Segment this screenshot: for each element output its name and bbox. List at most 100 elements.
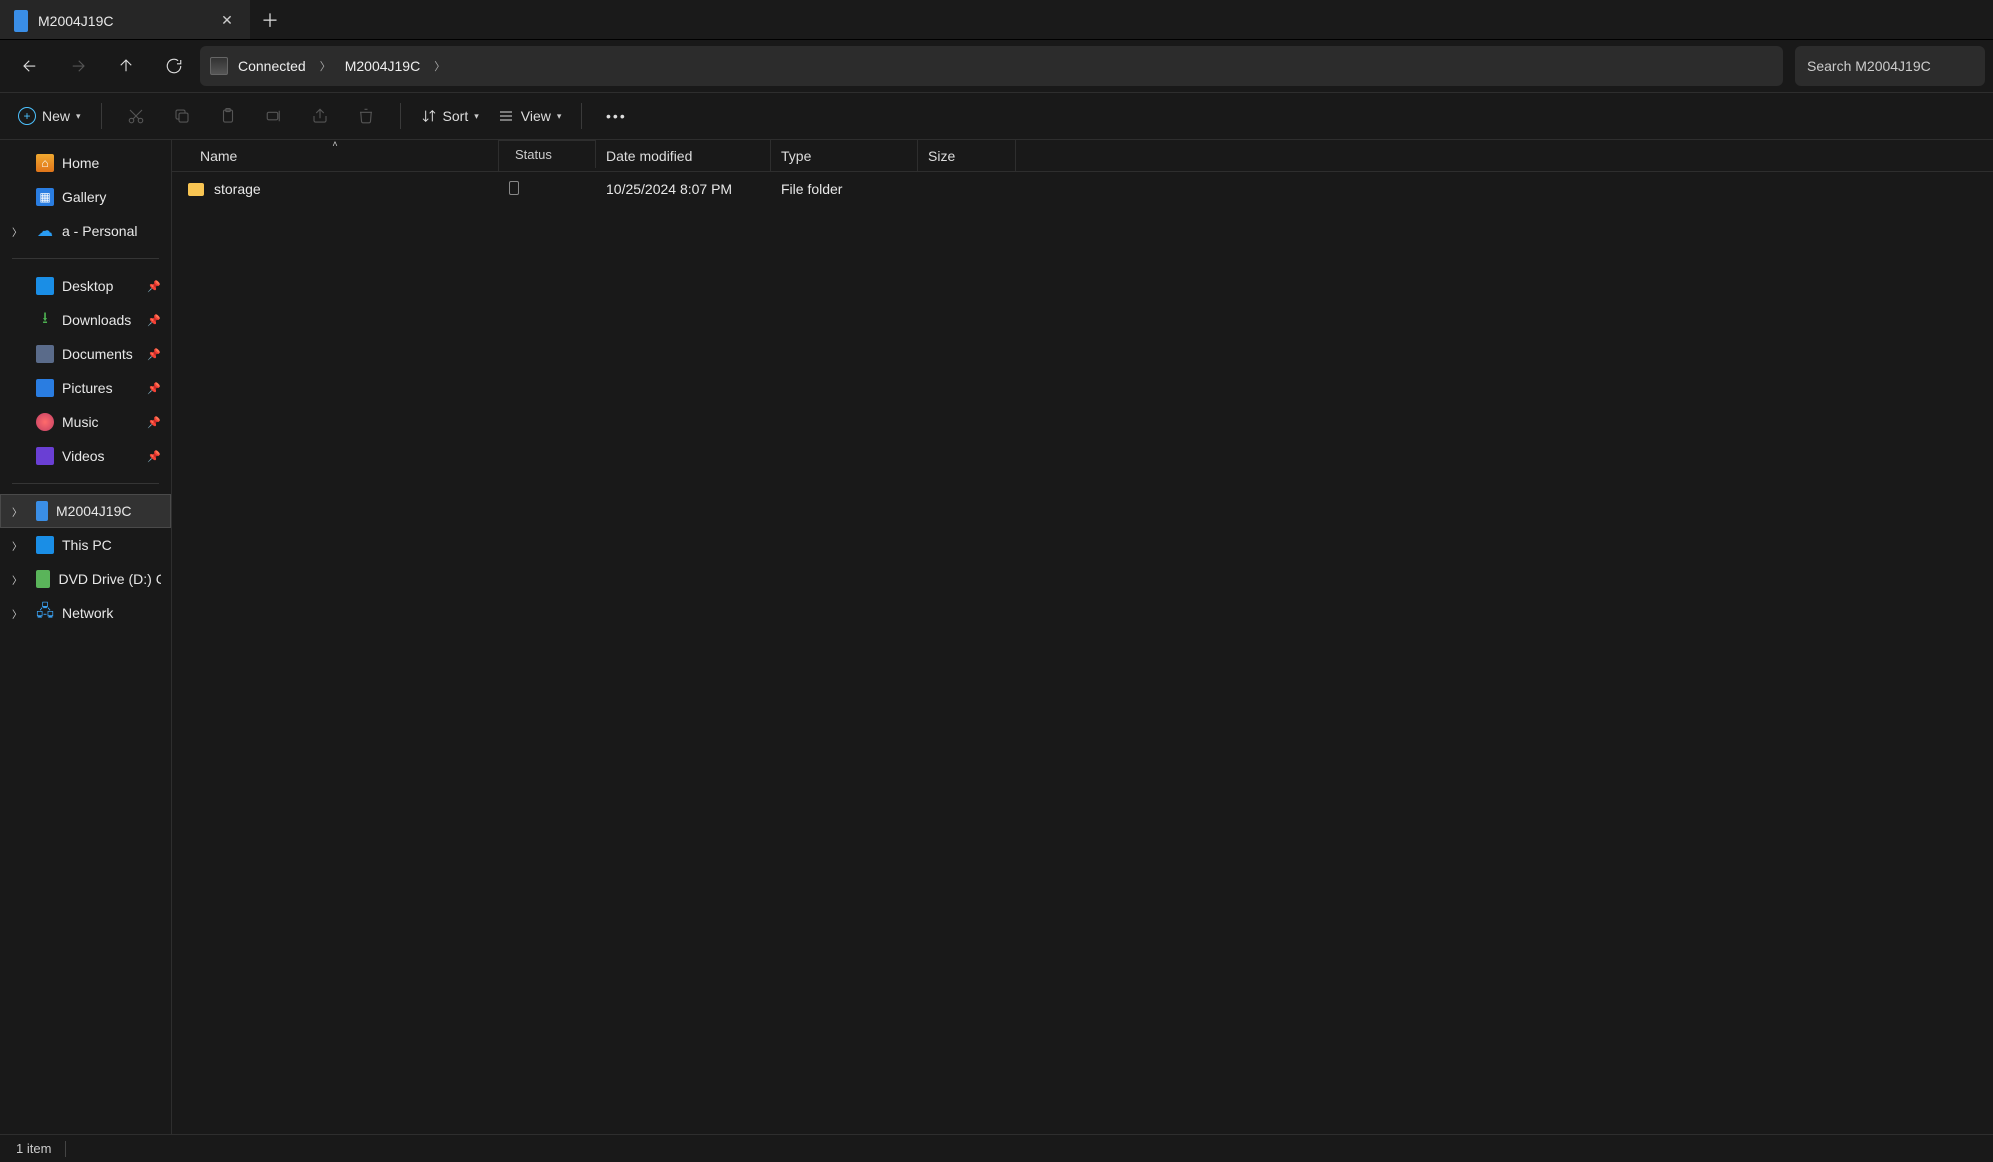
cloud-icon: ☁ [36,222,54,240]
phone-icon [14,10,28,32]
up-button[interactable] [104,46,148,86]
column-header-date[interactable]: Date modified [596,140,771,171]
chevron-right-icon[interactable]: 〉 [12,538,22,553]
download-icon: ⭳ [36,311,54,329]
address-bar[interactable]: Connected 〉 M2004J19C 〉 [200,46,1783,86]
sidebar-item-desktop[interactable]: Desktop 📌 [0,269,171,303]
nav-row: Connected 〉 M2004J19C 〉 Search M2004J19C [0,40,1993,92]
chevron-right-icon[interactable]: 〉 [430,58,449,74]
new-tab-button[interactable]: ＋ [250,0,290,39]
sidebar-item-pictures[interactable]: Pictures 📌 [0,371,171,405]
sidebar-item-label: Documents [62,346,133,362]
sidebar-item-network[interactable]: 〉 🖧 Network [0,596,171,630]
copy-button[interactable] [162,98,202,134]
cut-button[interactable] [116,98,156,134]
status-item-count: 1 item [16,1141,51,1156]
sidebar-item-label: This PC [62,537,112,553]
content-area: ˄ Name Status Date modified Type Size st… [172,140,1993,1134]
chevron-right-icon[interactable]: 〉 [12,572,22,587]
sidebar-item-music[interactable]: Music 📌 [0,405,171,439]
chevron-down-icon: ▾ [474,111,479,122]
back-button[interactable] [8,46,52,86]
search-input[interactable]: Search M2004J19C [1795,46,1985,86]
gallery-icon: ▦ [36,188,54,206]
new-button[interactable]: + New ▾ [12,98,87,134]
view-label: View [521,108,551,124]
sidebar-item-gallery[interactable]: ▦ Gallery [0,180,171,214]
view-button[interactable]: View ▾ [491,98,568,134]
sidebar-item-label: Home [62,155,99,171]
trash-icon [357,107,375,125]
pin-icon: 📌 [147,314,161,327]
cell-name: storage [214,181,261,197]
sidebar-item-label: Music [62,414,99,430]
tab-active[interactable]: M2004J19C ✕ [0,0,250,39]
column-label: Type [781,148,811,164]
pin-icon: 📌 [147,348,161,361]
breadcrumb-segment[interactable]: M2004J19C [345,58,421,74]
status-bar: 1 item [0,1134,1993,1162]
pictures-icon [36,379,54,397]
disc-icon [36,570,50,588]
ellipsis-icon: ••• [606,108,627,124]
share-icon [311,107,329,125]
chevron-right-icon[interactable]: 〉 [12,224,22,239]
sidebar-item-downloads[interactable]: ⭳ Downloads 📌 [0,303,171,337]
rename-icon [265,107,283,125]
pin-icon: 📌 [147,450,161,463]
separator [12,483,159,484]
breadcrumb-root[interactable]: Connected [238,58,306,74]
sidebar-item-onedrive[interactable]: 〉 ☁ a - Personal [0,214,171,248]
chevron-right-icon[interactable]: 〉 [12,606,22,621]
sidebar: ⌂ Home ▦ Gallery 〉 ☁ a - Personal Deskto… [0,140,172,1134]
column-label: Date modified [606,148,692,164]
sidebar-item-label: a - Personal [62,223,137,239]
search-placeholder: Search M2004J19C [1807,58,1931,74]
refresh-icon [165,57,183,75]
sidebar-item-documents[interactable]: Documents 📌 [0,337,171,371]
desktop-icon [36,277,54,295]
share-button[interactable] [300,98,340,134]
column-header-type[interactable]: Type [771,140,918,171]
paste-icon [219,107,237,125]
sort-label: Sort [443,108,469,124]
column-header-name[interactable]: ˄ Name [172,140,499,171]
more-button[interactable]: ••• [596,98,636,134]
chevron-right-icon[interactable]: 〉 [12,504,22,519]
column-label: Status [515,147,552,162]
cut-icon [127,107,145,125]
sort-icon [421,108,437,124]
paste-button[interactable] [208,98,248,134]
sidebar-item-dvd[interactable]: 〉 DVD Drive (D:) CCC [0,562,171,596]
sidebar-item-label: M2004J19C [56,503,132,519]
chevron-right-icon[interactable]: 〉 [316,58,335,74]
pin-icon: 📌 [147,280,161,293]
sidebar-item-home[interactable]: ⌂ Home [0,146,171,180]
device-icon [210,57,228,75]
column-header-row: ˄ Name Status Date modified Type Size [172,140,1993,172]
close-tab-button[interactable]: ✕ [218,12,236,29]
arrow-up-icon [117,57,135,75]
chevron-down-icon: ▾ [557,111,562,122]
sidebar-item-videos[interactable]: Videos 📌 [0,439,171,473]
refresh-button[interactable] [152,46,196,86]
table-row[interactable]: storage 10/25/2024 8:07 PM File folder [172,172,1993,206]
tab-title: M2004J19C [38,13,114,29]
rename-button[interactable] [254,98,294,134]
sort-asc-icon: ˄ [332,139,337,149]
music-icon [36,413,54,431]
sort-button[interactable]: Sort ▾ [415,98,485,134]
cell-type: File folder [781,181,842,197]
column-header-status[interactable]: Status [499,140,596,168]
sidebar-item-label: Gallery [62,189,106,205]
sidebar-item-device[interactable]: 〉 M2004J19C [0,494,171,528]
forward-button[interactable] [56,46,100,86]
sidebar-item-label: Network [62,605,113,621]
column-header-size[interactable]: Size [918,140,1016,171]
delete-button[interactable] [346,98,386,134]
sidebar-item-thispc[interactable]: 〉 This PC [0,528,171,562]
sidebar-item-label: Videos [62,448,105,464]
separator [12,258,159,259]
sync-status-icon [509,181,519,195]
arrow-left-icon [21,57,39,75]
